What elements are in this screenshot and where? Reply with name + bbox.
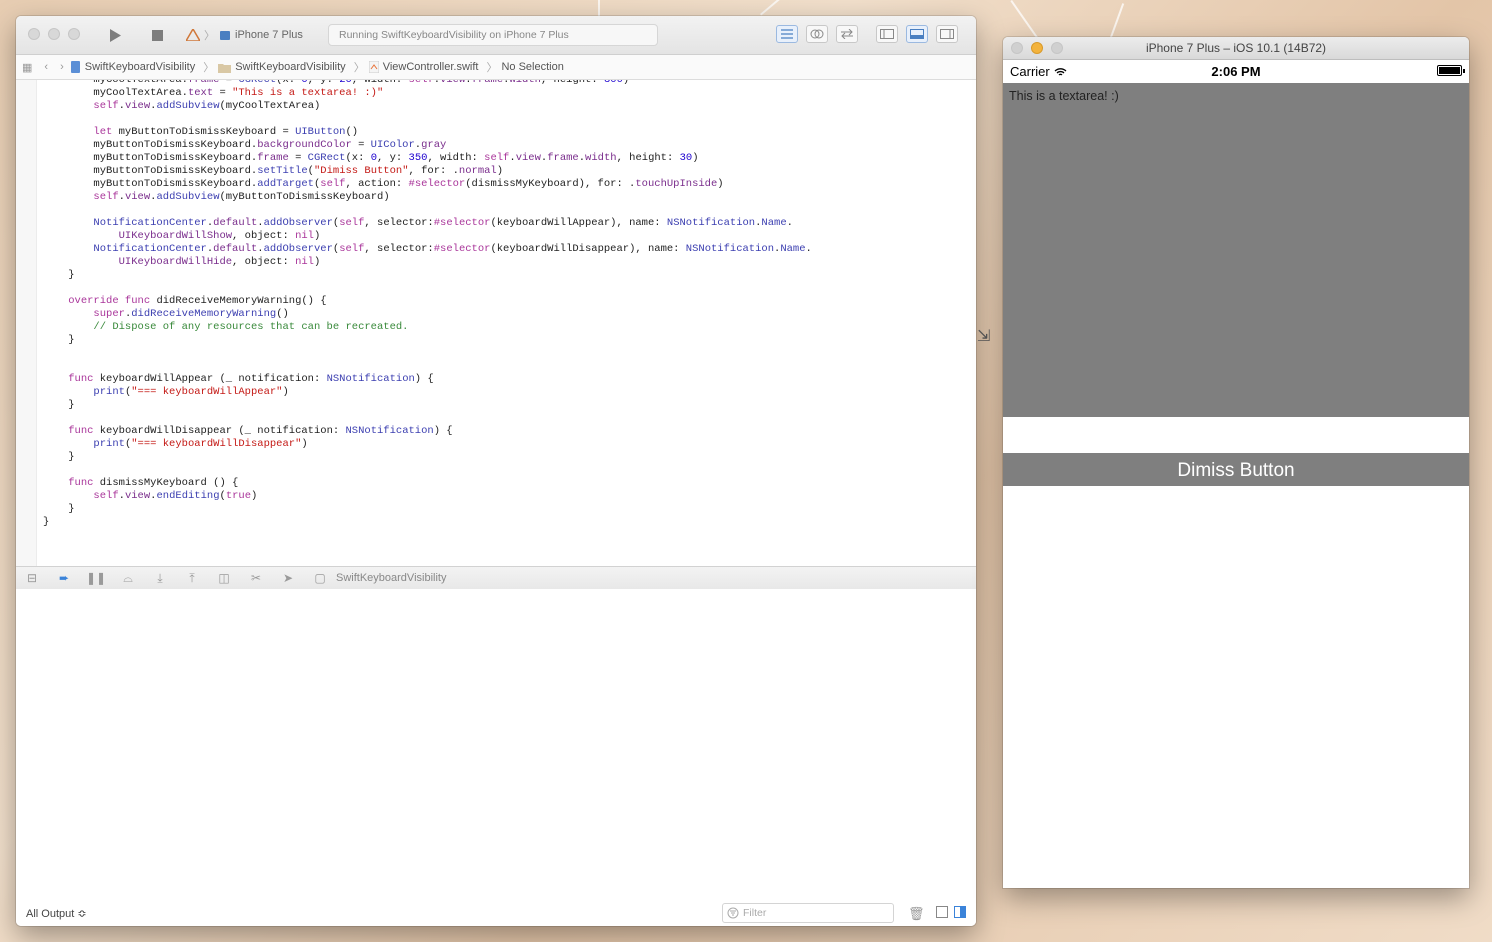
wallpaper-line: [1110, 3, 1125, 38]
arrows-icon: [841, 29, 853, 39]
pause-icon[interactable]: ❚❚: [80, 571, 112, 585]
filter-icon: [727, 907, 739, 919]
split-left-icon[interactable]: [936, 906, 948, 918]
zoom-button[interactable]: [68, 28, 80, 40]
trash-icon[interactable]: 🗑: [908, 906, 925, 922]
hide-debug-icon[interactable]: ⊟: [16, 571, 48, 585]
xcode-window: 〉 iPhone 7 Plus Running SwiftKeyboardVis…: [16, 16, 976, 926]
breadcrumb-project[interactable]: SwiftKeyboardVisibility: [70, 61, 195, 73]
scheme-device-label: iPhone 7 Plus: [235, 29, 303, 41]
debug-bar: ⊟ ➨ ❚❚ ⌓ ⤓ ⤒ ◫ ✂ ➤ ▢ SwiftKeyboardVisibi…: [16, 566, 976, 590]
view-toggle-group: [876, 25, 958, 43]
panel-bottom-icon: [910, 29, 924, 39]
back-icon[interactable]: ‹: [44, 61, 48, 73]
step-out-icon[interactable]: ⤒: [176, 571, 208, 586]
debug-process-label: SwiftKeyboardVisibility: [336, 572, 447, 584]
folder-icon: [218, 63, 232, 73]
breakpoints-icon[interactable]: ➨: [48, 571, 80, 585]
memory-graph-icon[interactable]: ✂: [240, 571, 272, 585]
simulator-title-bar: iPhone 7 Plus – iOS 10.1 (14B72): [1003, 37, 1469, 60]
project-icon: [70, 61, 80, 73]
stop-button[interactable]: [144, 25, 170, 45]
device-icon: [220, 31, 230, 40]
dismiss-keyboard-button[interactable]: Dimiss Button: [1003, 453, 1469, 486]
split-right-icon[interactable]: [954, 906, 966, 918]
simulator-title: iPhone 7 Plus – iOS 10.1 (14B72): [1145, 41, 1327, 55]
output-selector[interactable]: All Output ≎: [26, 907, 87, 920]
sim-zoom-button[interactable]: [1051, 42, 1063, 54]
sidebar-right-icon: [940, 29, 954, 39]
filter-placeholder: Filter: [743, 907, 767, 919]
battery-icon: [1437, 65, 1465, 76]
console-area[interactable]: All Output ≎ Filter 🗑: [16, 589, 976, 926]
activity-viewer: Running SwiftKeyboardVisibility on iPhon…: [328, 24, 658, 46]
editor-mode-group: [776, 25, 858, 43]
standard-editor-button[interactable]: [776, 25, 798, 43]
step-into-icon[interactable]: ⤓: [144, 571, 176, 586]
view-hierarchy-icon[interactable]: ◫: [208, 571, 240, 585]
line-gutter: [16, 80, 37, 566]
breadcrumb-selection[interactable]: No Selection: [501, 61, 563, 73]
process-icon: ▢: [314, 571, 326, 585]
venn-icon: [810, 29, 824, 39]
console-footer: All Output ≎ Filter 🗑: [16, 900, 976, 926]
forward-icon[interactable]: ›: [60, 61, 64, 73]
swift-file-icon: [368, 61, 379, 73]
location-icon[interactable]: ➤: [272, 571, 304, 585]
lines-icon: [781, 29, 793, 39]
wallpaper-line: [1010, 0, 1040, 41]
status-time: 2:06 PM: [1211, 64, 1261, 79]
scheme-icon: [186, 29, 200, 41]
code-text[interactable]: myCoolTextArea.frame = CGRect(x: 0, y: 2…: [43, 80, 812, 529]
xcode-toolbar: 〉 iPhone 7 Plus Running SwiftKeyboardVis…: [16, 16, 976, 55]
grid-icon[interactable]: ▦: [22, 61, 32, 74]
scheme-selector[interactable]: 〉 iPhone 7 Plus: [186, 27, 303, 43]
ios-status-bar: Carrier 2:06 PM: [1003, 60, 1469, 82]
cool-text-area[interactable]: This is a textarea! :): [1003, 83, 1469, 417]
sim-close-button[interactable]: [1011, 42, 1023, 54]
run-button[interactable]: [102, 25, 128, 45]
stop-icon: [151, 29, 163, 41]
toggle-debug-area-button[interactable]: [906, 25, 928, 43]
sim-minimize-button[interactable]: [1031, 42, 1043, 54]
jump-bar: ▦ ‹ › SwiftKeyboardVisibility 〉 SwiftKey…: [16, 55, 976, 80]
toggle-navigator-button[interactable]: [876, 25, 898, 43]
run-icon: [110, 28, 121, 42]
breadcrumb-file[interactable]: ViewController.swift: [368, 61, 478, 73]
minimize-button[interactable]: [48, 28, 60, 40]
resize-cursor-icon: ⇲: [977, 328, 991, 345]
source-editor[interactable]: myCoolTextArea.frame = CGRect(x: 0, y: 2…: [16, 80, 976, 567]
toggle-utilities-button[interactable]: [936, 25, 958, 43]
version-editor-button[interactable]: [836, 25, 858, 43]
close-button[interactable]: [28, 28, 40, 40]
breadcrumb-group[interactable]: SwiftKeyboardVisibility: [218, 61, 346, 73]
filter-field[interactable]: Filter: [722, 903, 894, 923]
sidebar-left-icon: [880, 29, 894, 39]
assistant-editor-button[interactable]: [806, 25, 828, 43]
step-over-icon[interactable]: ⌓: [112, 571, 144, 586]
wallpaper-line: [760, 0, 808, 16]
simulator-window: iPhone 7 Plus – iOS 10.1 (14B72) Carrier…: [1003, 37, 1469, 888]
